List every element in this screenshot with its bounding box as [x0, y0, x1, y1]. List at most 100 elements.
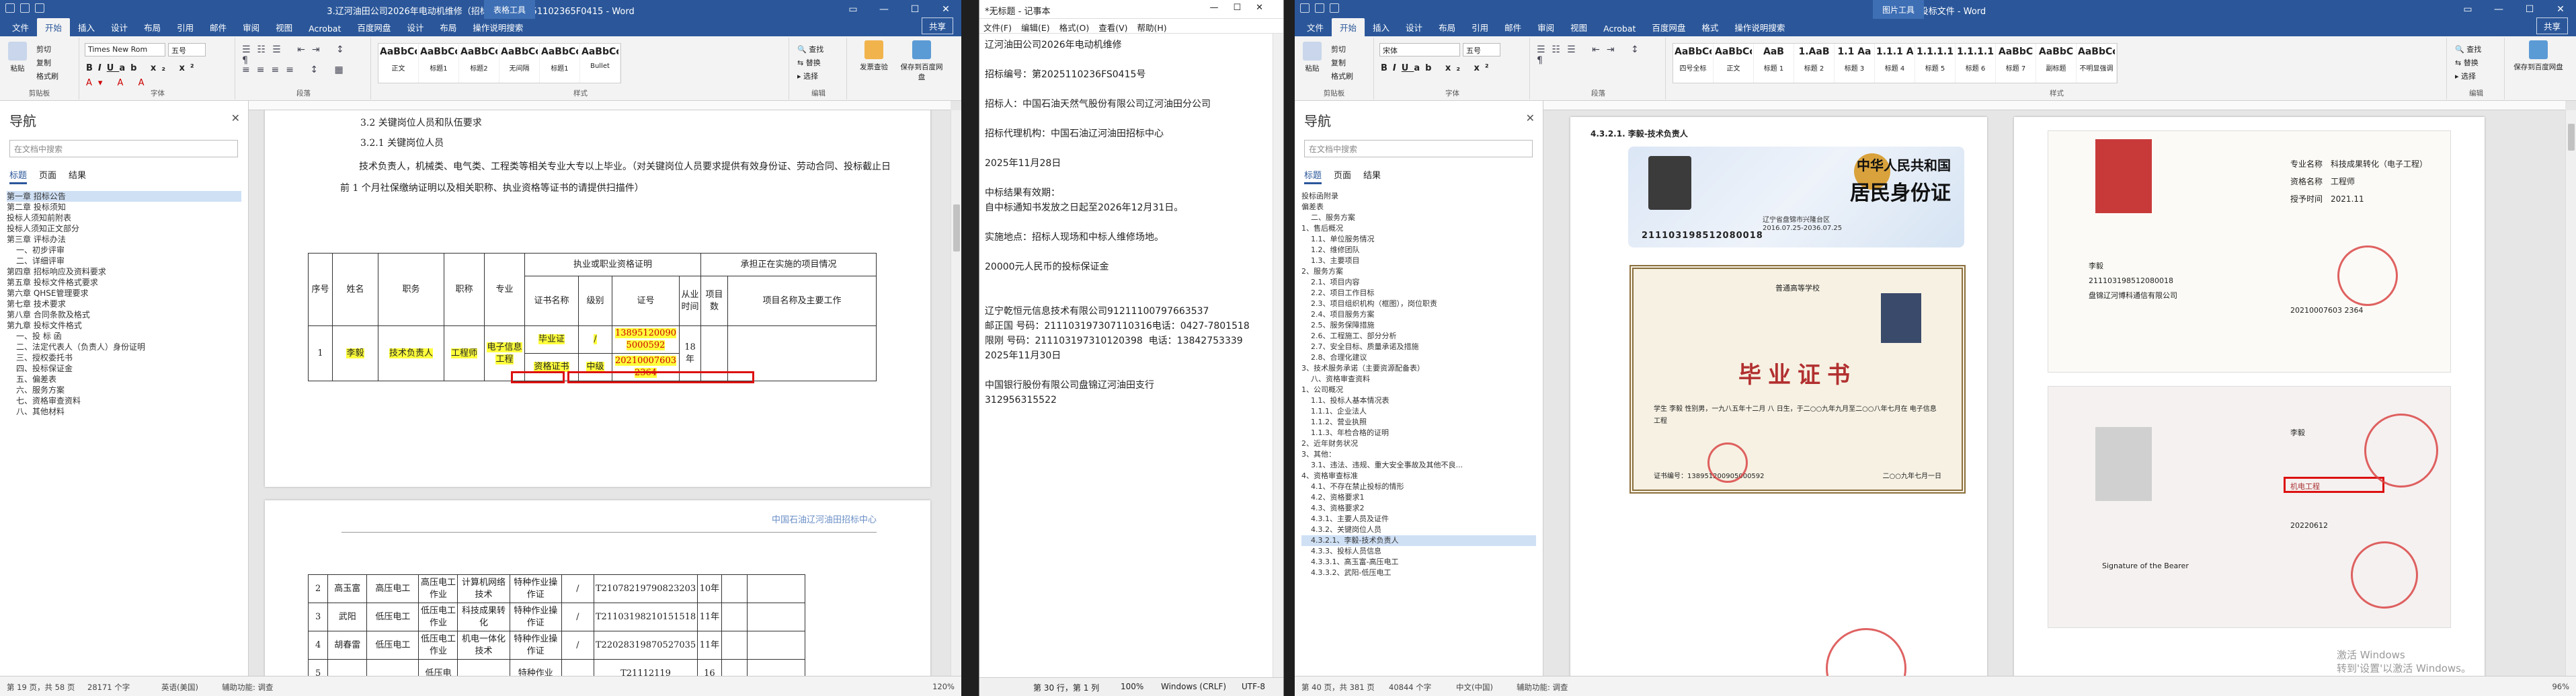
style-item[interactable]: 1.1.1.1 标题 5 [1915, 44, 1956, 83]
replace-button[interactable]: ⇆ 替换 [797, 56, 823, 70]
nav-item[interactable]: 3、技术服务承诺（主要资源配备表） [1301, 363, 1536, 374]
tab-7[interactable]: 审阅 [235, 18, 268, 36]
nav-item[interactable]: 投标人须知前附表 [7, 212, 241, 223]
close-button[interactable]: ✕ [930, 0, 961, 19]
style-item[interactable]: AaBbCcDd 正文 [1714, 44, 1754, 83]
styles-gallery[interactable]: AaBbCc 四号全标 AaBbCcDd 正文 AaB 标题 1 1.AaB 标题 2 1.1 … [1673, 43, 2118, 83]
tab-0[interactable]: 文件 [1299, 18, 1332, 36]
font-format-buttons[interactable]: BIUab x₂ x² [86, 63, 200, 73]
tab-5[interactable]: 引用 [1463, 18, 1496, 36]
tab-10[interactable]: 百度网盘 [1644, 18, 1693, 36]
nav-item[interactable]: 二、法定代表人（负责人）身份证明 [7, 342, 241, 352]
nav-item[interactable]: 4.2、资格要求1 [1301, 492, 1536, 503]
nav-item[interactable]: 投标函附录 [1301, 191, 1536, 202]
style-item[interactable]: AaBbCcDi 标题1 [540, 44, 580, 83]
nav-item[interactable]: 4.3、资格要求2 [1301, 503, 1536, 514]
tab-5[interactable]: 引用 [169, 18, 202, 36]
window-controls[interactable]: —☐✕ [1209, 3, 1278, 13]
format-painter-button[interactable]: 格式刷 [1331, 70, 1353, 83]
paste-button[interactable]: 粘贴 [1297, 42, 1327, 73]
tab-10[interactable]: 百度网盘 [349, 18, 399, 36]
redo-icon[interactable] [1330, 3, 1339, 13]
style-item[interactable]: 1.AaB 标题 2 [1794, 44, 1835, 83]
tab-8[interactable]: 视图 [268, 18, 300, 36]
tab-9[interactable]: Acrobat [300, 21, 349, 36]
list-buttons[interactable]: ☰☷☰ ⇤⇥ ↕ ¶ [242, 44, 370, 66]
undo-icon[interactable] [1315, 3, 1324, 13]
close-icon[interactable]: ✕ [1526, 112, 1535, 124]
nav-search-input[interactable]: 在文档中搜索 [1304, 140, 1533, 157]
nav-item[interactable]: 4.3.3、投标人员信息 [1301, 546, 1536, 557]
share-button[interactable]: 共享 [2536, 17, 2568, 34]
font-format-buttons[interactable]: BIUab x₂ x² [1381, 63, 1494, 73]
nav-item[interactable]: 2.8、合理化建议 [1301, 352, 1536, 363]
nav-item[interactable]: 第五章 投标文件格式要求 [7, 277, 241, 288]
style-item[interactable]: AaBbCcD 不明显强调 [2077, 44, 2117, 83]
font-size-box[interactable]: 五号 [1463, 43, 1500, 56]
nav-tab-1[interactable]: 页面 [39, 168, 56, 184]
nav-item[interactable]: 二、详细评审 [7, 256, 241, 266]
tab-7[interactable]: 审阅 [1529, 18, 1562, 36]
nav-tab-1[interactable]: 页面 [1334, 168, 1351, 184]
nav-item[interactable]: 四、投标保证金 [7, 363, 241, 374]
select-button[interactable]: ▸ 选择 [2455, 70, 2481, 83]
invoice-check-button[interactable]: 发票查验 [854, 40, 894, 72]
close-button[interactable]: ✕ [2545, 0, 2576, 19]
font-name-box[interactable]: 宋体 [1379, 43, 1460, 56]
style-item[interactable]: 1.1.1 A 标题 4 [1875, 44, 1915, 83]
nav-item[interactable]: 2.5、服务保障措施 [1301, 320, 1536, 331]
font-color-buttons[interactable]: A▾ A A [86, 78, 150, 88]
nav-item[interactable]: 1、公司概况 [1301, 385, 1536, 395]
save-icon[interactable] [1300, 3, 1310, 13]
nav-item[interactable]: 1.1.3、年检合格的证明 [1301, 428, 1536, 438]
maximize-button[interactable]: ☐ [2514, 0, 2545, 19]
nav-item[interactable]: 2、近年财务状况 [1301, 438, 1536, 449]
tab-11[interactable]: 设计 [399, 18, 432, 36]
nav-item[interactable]: 2.3、项目组织机构（框图），岗位职责 [1301, 299, 1536, 309]
ribbon-options-icon[interactable]: ▭ [838, 0, 869, 19]
font-size-box[interactable]: 五号 [168, 43, 206, 56]
tab-8[interactable]: 视图 [1562, 18, 1595, 36]
nav-item[interactable]: 3、其他： [1301, 449, 1536, 460]
style-item[interactable]: AaBbCc 四号全标 [1673, 44, 1714, 83]
zoom-level[interactable]: 96% [2552, 682, 2569, 691]
tab-4[interactable]: 布局 [1431, 18, 1463, 36]
tab-2[interactable]: 插入 [1365, 18, 1398, 36]
save-to-baidu-button[interactable]: 保存到百度网盘 [898, 40, 945, 82]
nav-item[interactable]: 3.1、违法、违规、重大安全事故及其他不良... [1301, 460, 1536, 471]
ribbon-options-icon[interactable]: ▭ [2452, 0, 2483, 19]
cut-button[interactable]: 剪切 [36, 43, 58, 56]
tab-4[interactable]: 布局 [136, 18, 169, 36]
nav-item[interactable]: 2.7、安全目标、质量承诺及措施 [1301, 342, 1536, 352]
maximize-button[interactable]: ☐ [899, 0, 930, 19]
save-to-baidu-button[interactable]: 保存到百度网盘 [2510, 40, 2567, 72]
horizontal-ruler[interactable] [249, 101, 951, 110]
nav-item[interactable]: 4.3.3.1、高玉富-高压电工 [1301, 557, 1536, 568]
nav-item[interactable]: 第七章 技术要求 [7, 299, 241, 309]
nav-item[interactable]: 2.4、项目服务方案 [1301, 309, 1536, 320]
tab-13[interactable]: 操作说明搜索 [465, 18, 531, 36]
nav-item[interactable]: 1、售后概况 [1301, 223, 1536, 234]
menu-item[interactable]: 查看(V) [1098, 21, 1127, 33]
tab-1[interactable]: 开始 [37, 18, 71, 36]
tab-6[interactable]: 邮件 [202, 18, 235, 36]
nav-item[interactable]: 2、服务方案 [1301, 266, 1536, 277]
vertical-scrollbar[interactable] [2565, 110, 2576, 676]
nav-item[interactable]: 八、资格审查资料 [1301, 374, 1536, 385]
style-item[interactable]: 1.1.1.1 标题 6 [1956, 44, 1996, 83]
style-item[interactable]: AaBbCcI 标题2 [459, 44, 499, 83]
select-button[interactable]: ▸ 选择 [797, 70, 823, 83]
nav-item[interactable]: 第九章 投标文件格式 [7, 320, 241, 331]
tab-9[interactable]: Acrobat [1595, 21, 1644, 36]
nav-item[interactable]: 五、偏差表 [7, 374, 241, 385]
list-buttons[interactable]: ☰☷☰ ⇤⇥ ↕ ¶ [1537, 44, 1665, 66]
style-item[interactable]: AaBbCc 标题1 [419, 44, 459, 83]
undo-icon[interactable] [20, 3, 30, 13]
replace-button[interactable]: ⇆ 替换 [2455, 56, 2481, 70]
tab-12[interactable]: 操作说明搜索 [1726, 18, 1793, 36]
notepad-text-area[interactable]: 辽河油田公司2026年电动机维修 招标编号：第2025110236FS0415号… [979, 34, 1283, 412]
tab-12[interactable]: 布局 [432, 18, 465, 36]
nav-item[interactable]: 第二章 投标须知 [7, 202, 241, 212]
nav-item[interactable]: 八、其他材料 [7, 406, 241, 417]
nav-item[interactable]: 第八章 合同条款及格式 [7, 309, 241, 320]
